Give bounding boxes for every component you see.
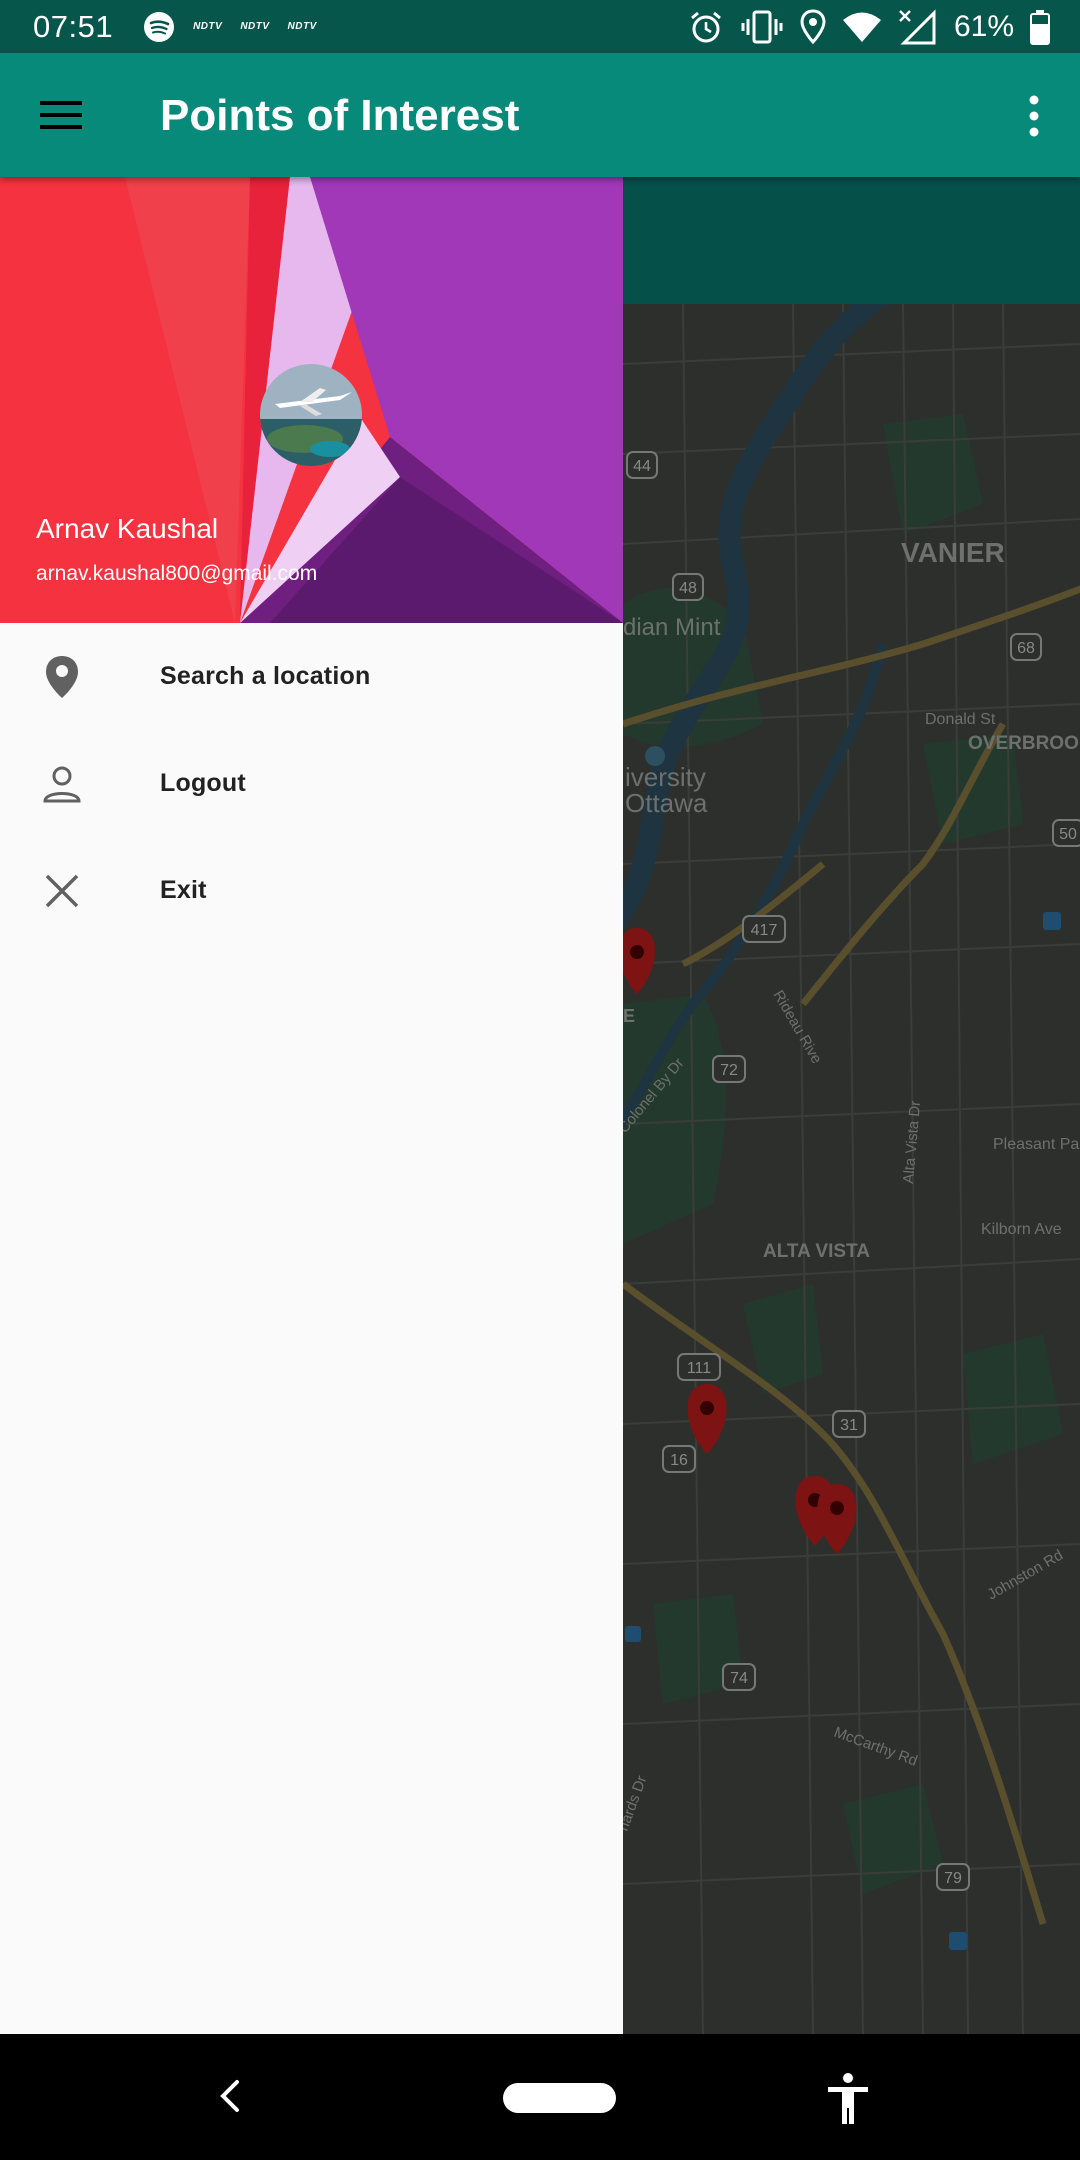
map-label: OVERBROO (968, 733, 1079, 754)
svg-text:79: 79 (944, 1870, 962, 1887)
menu-item-search-location[interactable]: Search a location (0, 623, 623, 730)
route-shield: 72 (712, 1055, 746, 1083)
menu-item-logout[interactable]: Logout (0, 730, 623, 837)
user-name: Arnav Kaushal (36, 513, 219, 544)
route-shield: 111 (677, 1353, 721, 1381)
map-canvas[interactable]: VANIER dian Mint iversity Ottawa Donald … (623, 304, 1080, 2034)
wifi-icon (842, 12, 881, 42)
poi-icon (645, 746, 665, 766)
spotify-icon (144, 11, 175, 42)
svg-text:48: 48 (679, 580, 697, 597)
map-label: dian Mint (623, 614, 721, 641)
transit-icon (949, 1932, 967, 1950)
battery-icon (1030, 9, 1050, 45)
transit-icon (625, 1626, 641, 1642)
route-shield: 44 (626, 451, 658, 479)
more-vert-icon[interactable] (1026, 93, 1042, 139)
avatar[interactable] (260, 364, 362, 466)
map-label: Donald St (925, 711, 996, 728)
map-view[interactable]: VANIER dian Mint iversity Ottawa Donald … (623, 177, 1080, 2034)
vibrate-icon (741, 10, 783, 43)
status-time: 07:51 (33, 8, 114, 44)
map-label: Johnston Rd (985, 1547, 1066, 1604)
svg-text:50: 50 (1059, 826, 1077, 843)
system-nav-bar (0, 2034, 1080, 2160)
map-label: Ottawa (625, 788, 708, 818)
route-shield: 74 (722, 1663, 756, 1691)
hamburger-menu-icon[interactable] (40, 97, 84, 133)
route-shield: 79 (936, 1863, 970, 1891)
signal-icon (899, 8, 936, 44)
battery-percent: 61% (953, 9, 1014, 43)
user-email: arnav.kaushal800@gmail.com (36, 562, 318, 585)
app-bar: Points of Interest (0, 53, 1080, 177)
route-shield: 16 (662, 1445, 696, 1473)
airplane-icon (260, 364, 362, 466)
drawer-header: Arnav Kaushal arnav.kaushal800@gmail.com (0, 177, 623, 623)
svg-text:68: 68 (1017, 640, 1035, 657)
status-bar: 07:51 NDTV NDTV NDTV 61% (0, 0, 1080, 53)
svg-text:111: 111 (687, 1360, 711, 1377)
navigation-drawer: Arnav Kaushal arnav.kaushal800@gmail.com… (0, 177, 623, 2034)
ndtv-icon: NDTV (240, 21, 270, 32)
svg-text:417: 417 (751, 922, 778, 939)
location-icon (800, 8, 826, 44)
ndtv-icon: NDTV (193, 21, 223, 32)
map-label: Alta Vista Dr (900, 1100, 924, 1184)
drawer-menu: Search a location Logout Exit (0, 623, 623, 944)
route-shield: 68 (1010, 633, 1042, 661)
map-marker-icon (687, 1384, 727, 1454)
route-shield: 417 (742, 915, 786, 943)
person-icon (40, 762, 84, 806)
map-label: Pleasant Pa (993, 1136, 1079, 1153)
menu-item-exit[interactable]: Exit (0, 837, 623, 944)
svg-text:74: 74 (730, 1670, 748, 1687)
back-icon[interactable] (215, 2074, 243, 2118)
map-marker-icon (623, 928, 655, 994)
route-shield: 50 (1052, 819, 1080, 847)
svg-text:31: 31 (840, 1417, 858, 1434)
close-icon (40, 869, 84, 913)
menu-item-label: Search a location (160, 662, 371, 690)
map-label: McCarthy Rd (832, 1724, 920, 1770)
map-label: ALTA VISTA (763, 1241, 870, 1262)
home-pill-icon[interactable] (503, 2083, 616, 2113)
map-label: hards Dr (623, 1773, 650, 1833)
accessibility-icon[interactable] (825, 2072, 871, 2126)
menu-item-label: Logout (160, 769, 246, 797)
svg-text:72: 72 (720, 1062, 738, 1079)
map-top-bar (623, 177, 1080, 304)
route-shield: 31 (832, 1410, 866, 1438)
menu-item-label: Exit (160, 876, 207, 904)
ndtv-icon: NDTV (287, 21, 317, 32)
map-label: Rideau Rive (770, 988, 826, 1067)
location-pin-icon (40, 655, 84, 699)
svg-text:16: 16 (670, 1452, 688, 1469)
map-label: E (623, 1006, 635, 1026)
map-label: VANIER (901, 537, 1005, 568)
map-marker-icon (817, 1484, 857, 1554)
page-title: Points of Interest (160, 91, 520, 140)
route-shield: 48 (672, 573, 704, 601)
alarm-icon (690, 11, 721, 42)
svg-text:44: 44 (633, 458, 651, 475)
transit-icon (1043, 912, 1061, 930)
map-label: Kilborn Ave (981, 1221, 1062, 1238)
